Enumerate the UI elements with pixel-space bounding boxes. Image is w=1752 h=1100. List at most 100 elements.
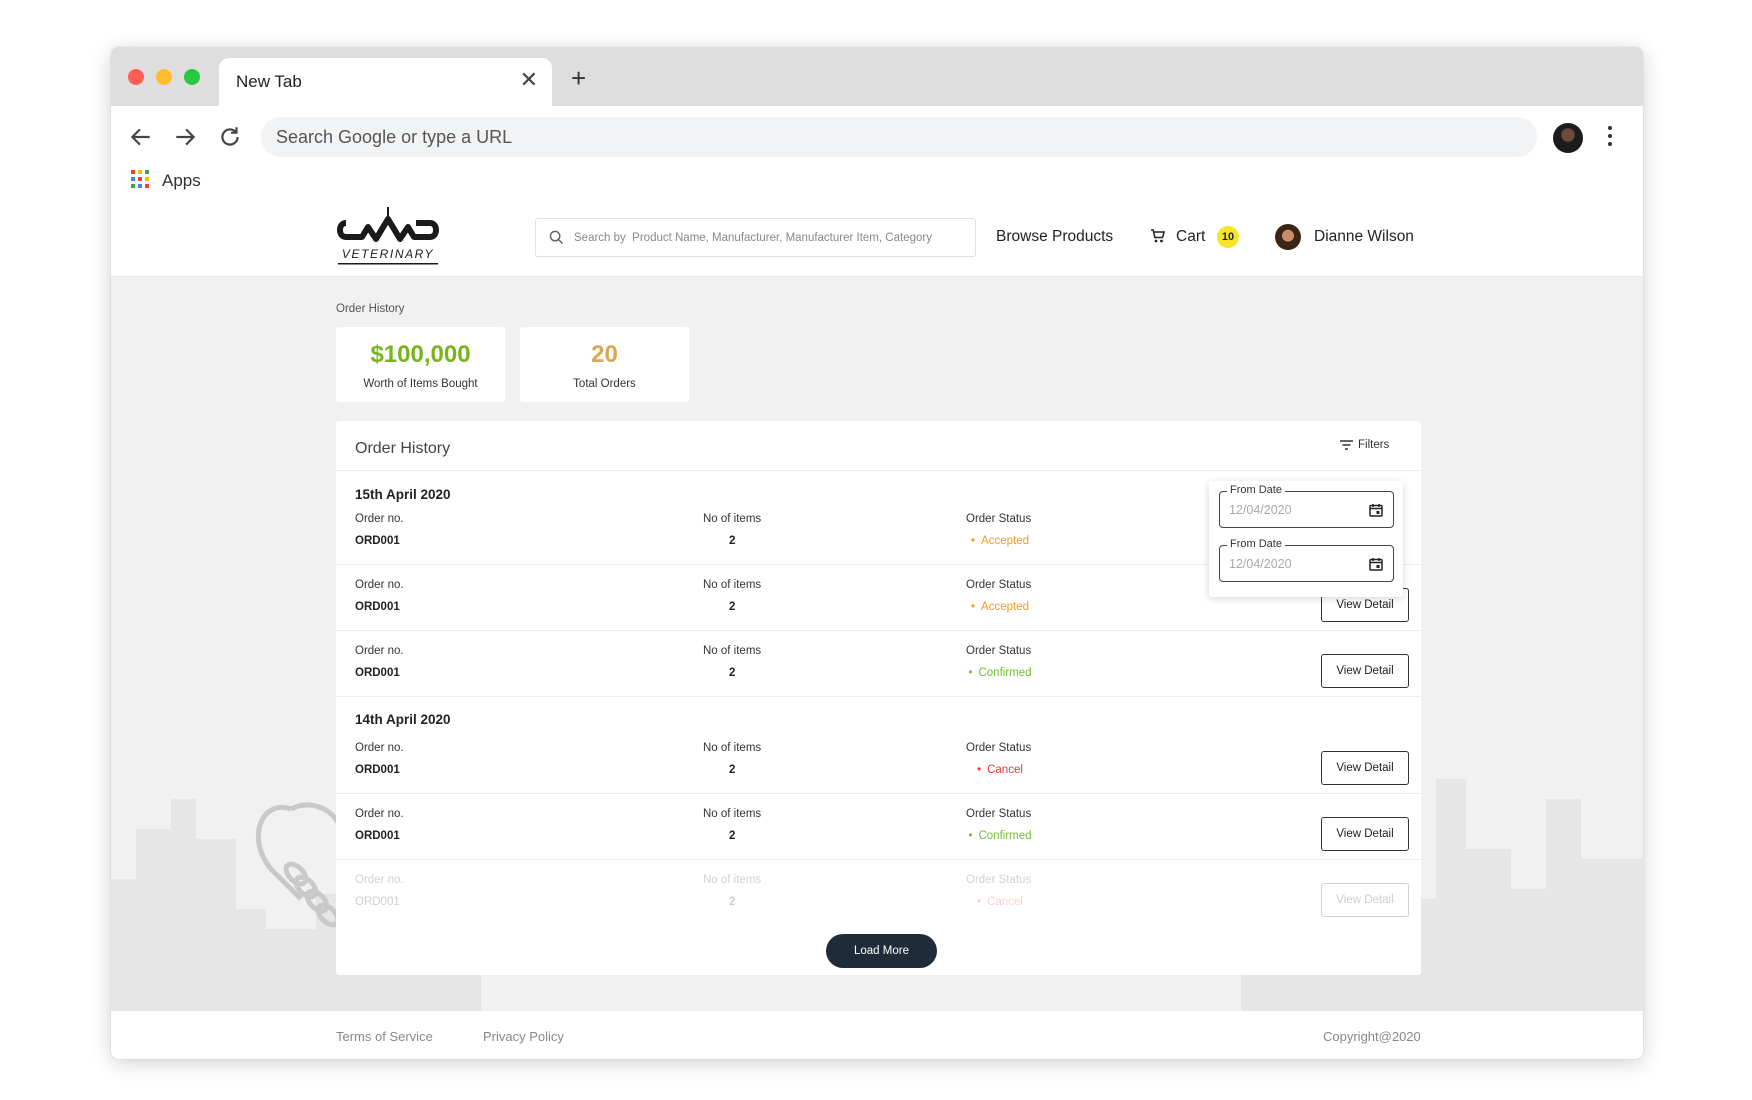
calendar-icon[interactable]: [1369, 503, 1383, 517]
view-detail-button[interactable]: View Detail: [1321, 883, 1409, 917]
status-badge: Confirmed: [966, 667, 1034, 679]
new-tab-icon[interactable]: +: [571, 65, 586, 91]
order-row: Order no. ORD001 No of items 2 Order Sta…: [336, 645, 1421, 719]
order-no-value: ORD001: [355, 764, 400, 776]
browser-profile-avatar[interactable]: [1553, 123, 1583, 153]
order-no-value: ORD001: [355, 667, 400, 679]
svg-text:VETERINARY: VETERINARY: [342, 247, 434, 261]
veterinary-logo[interactable]: VETERINARY: [332, 205, 444, 271]
address-bar[interactable]: Search Google or type a URL: [261, 117, 1537, 157]
address-bar-placeholder: Search Google or type a URL: [276, 127, 513, 147]
from-date-input[interactable]: [1229, 555, 1359, 573]
stat-label: Total Orders: [573, 378, 636, 390]
order-no-label: Order no.: [355, 742, 404, 754]
browser-menu-icon[interactable]: [1605, 126, 1615, 150]
order-no-value: ORD001: [355, 601, 400, 613]
apps-grid-icon[interactable]: [131, 170, 149, 188]
status-label: Order Status: [966, 513, 1032, 525]
page-viewport: VETERINARY Browse Products Cart 10: [111, 199, 1643, 1059]
tab-strip: New Tab ✕ +: [111, 47, 1643, 106]
items-value: 2: [729, 535, 736, 547]
divider: [336, 470, 1421, 471]
from-date-input[interactable]: [1229, 501, 1359, 519]
terms-link[interactable]: Terms of Service: [336, 1029, 433, 1044]
copyright-text: Copyright@2020: [1323, 1029, 1421, 1044]
order-no-value: ORD001: [355, 830, 400, 842]
privacy-link[interactable]: Privacy Policy: [483, 1029, 564, 1044]
order-row: Order no. ORD001 No of items 2 Order Sta…: [336, 808, 1421, 882]
browse-products-link[interactable]: Browse Products: [996, 228, 1113, 246]
status-label: Order Status: [966, 579, 1032, 591]
divider: [336, 859, 1421, 860]
divider: [336, 793, 1421, 794]
stat-label: Worth of Items Bought: [363, 378, 478, 390]
filter-popover: From Date From Date: [1209, 481, 1403, 597]
view-detail-button[interactable]: View Detail: [1321, 751, 1409, 785]
stat-value: 20: [591, 341, 618, 368]
stat-card-worth: $100,000 Worth of Items Bought: [336, 327, 505, 402]
user-avatar[interactable]: [1275, 224, 1301, 250]
filter-icon: [1340, 440, 1353, 450]
apps-bookmark[interactable]: Apps: [162, 171, 201, 191]
calendar-icon[interactable]: [1369, 557, 1383, 571]
breadcrumb: Order History: [336, 303, 405, 315]
status-badge: Cancel: [966, 764, 1034, 776]
status-badge: Cancel: [966, 896, 1034, 908]
items-value: 2: [729, 896, 736, 908]
status-badge: Confirmed: [966, 830, 1034, 842]
site-footer: Terms of Service Privacy Policy Copyrigh…: [111, 1011, 1643, 1059]
browser-tab[interactable]: New Tab ✕: [219, 58, 552, 106]
user-name[interactable]: Dianne Wilson: [1314, 228, 1414, 246]
minimize-window-button[interactable]: [156, 69, 172, 85]
status-label: Order Status: [966, 645, 1032, 657]
date-group-heading: 15th April 2020: [355, 487, 451, 502]
view-detail-button[interactable]: View Detail: [1321, 654, 1409, 688]
close-window-button[interactable]: [128, 69, 144, 85]
browser-window: New Tab ✕ + Search Google or type a URL …: [111, 47, 1643, 1059]
status-badge: Accepted: [966, 535, 1034, 547]
items-label: No of items: [703, 742, 762, 754]
items-value: 2: [729, 764, 736, 776]
from-date-field[interactable]: From Date: [1219, 538, 1394, 582]
from-date-field[interactable]: From Date: [1219, 484, 1394, 528]
status-label: Order Status: [966, 808, 1032, 820]
view-detail-button[interactable]: View Detail: [1321, 817, 1409, 851]
load-more-button[interactable]: Load More: [826, 934, 937, 968]
forward-arrow-icon[interactable]: [172, 124, 198, 150]
stat-value: $100,000: [370, 341, 471, 368]
order-row: Order no. ORD001 No of items 2 Order Sta…: [336, 742, 1421, 816]
items-value: 2: [729, 667, 736, 679]
cart-label: Cart: [1176, 228, 1206, 245]
date-field-label: From Date: [1227, 484, 1285, 496]
close-tab-icon[interactable]: ✕: [520, 69, 538, 91]
tab-title: New Tab: [236, 72, 302, 91]
order-no-label: Order no.: [355, 874, 404, 886]
items-label: No of items: [703, 579, 762, 591]
items-label: No of items: [703, 513, 762, 525]
status-label: Order Status: [966, 742, 1032, 754]
filters-label: Filters: [1358, 439, 1390, 451]
items-value: 2: [729, 830, 736, 842]
order-no-label: Order no.: [355, 645, 404, 657]
product-search-input[interactable]: [574, 227, 964, 249]
status-badge: Accepted: [966, 601, 1034, 613]
cart-count-badge: 10: [1217, 226, 1239, 248]
order-no-value: ORD001: [355, 896, 400, 908]
back-arrow-icon[interactable]: [128, 124, 154, 150]
product-search[interactable]: [535, 218, 976, 257]
date-group-heading: 14th April 2020: [355, 712, 451, 727]
site-header: VETERINARY Browse Products Cart 10: [111, 199, 1643, 277]
maximize-window-button[interactable]: [184, 69, 200, 85]
order-no-value: ORD001: [355, 535, 400, 547]
items-label: No of items: [703, 808, 762, 820]
divider: [336, 696, 1421, 697]
status-label: Order Status: [966, 874, 1032, 886]
panel-title: Order History: [355, 440, 451, 457]
cart-icon: [1151, 229, 1166, 243]
divider: [336, 630, 1421, 631]
search-icon: [549, 230, 564, 245]
browser-toolbar: Search Google or type a URL Apps: [111, 106, 1643, 199]
order-no-label: Order no.: [355, 513, 404, 525]
date-field-label: From Date: [1227, 538, 1285, 550]
reload-icon[interactable]: [217, 124, 243, 150]
